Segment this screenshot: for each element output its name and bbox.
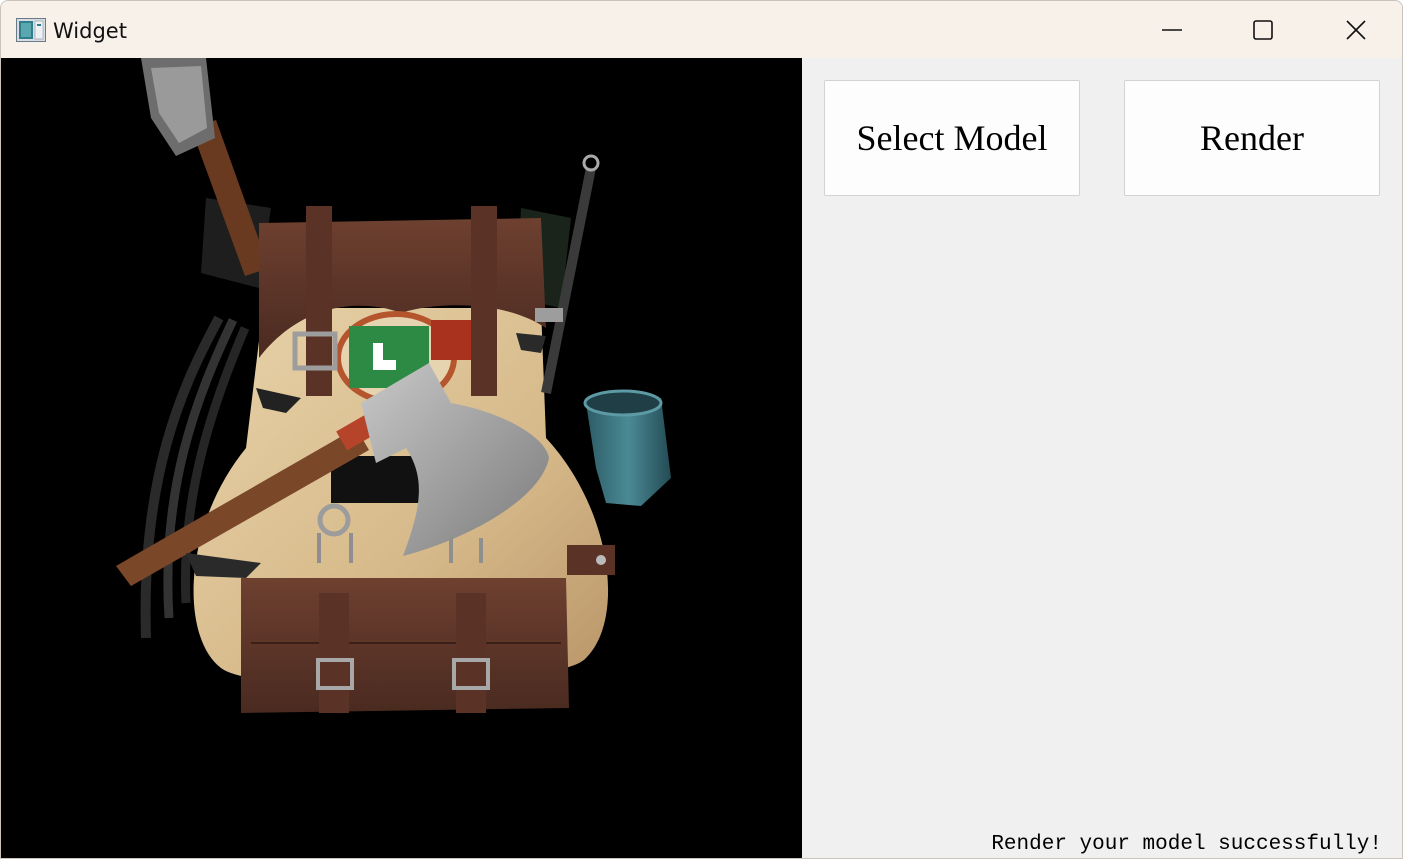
render-button[interactable]: Render	[1124, 80, 1380, 196]
status-message: Render your model successfully!	[991, 833, 1382, 856]
minimize-button[interactable]	[1126, 1, 1218, 58]
window-title: Widget	[53, 19, 127, 43]
select-model-button[interactable]: Select Model	[824, 80, 1080, 196]
maximize-button[interactable]	[1217, 1, 1309, 58]
title-bar[interactable]: Widget	[1, 1, 1402, 58]
close-icon	[1346, 19, 1366, 40]
minimize-icon	[1162, 28, 1182, 31]
app-icon	[16, 18, 46, 42]
maximize-icon	[1253, 19, 1273, 40]
control-panel: Select Model Render Render your model su…	[802, 58, 1402, 858]
render-viewport[interactable]	[1, 58, 802, 858]
close-button[interactable]	[1310, 1, 1402, 58]
backpack-model-render	[116, 58, 671, 713]
app-window: Widget Select Model Render Render your m…	[0, 0, 1403, 859]
